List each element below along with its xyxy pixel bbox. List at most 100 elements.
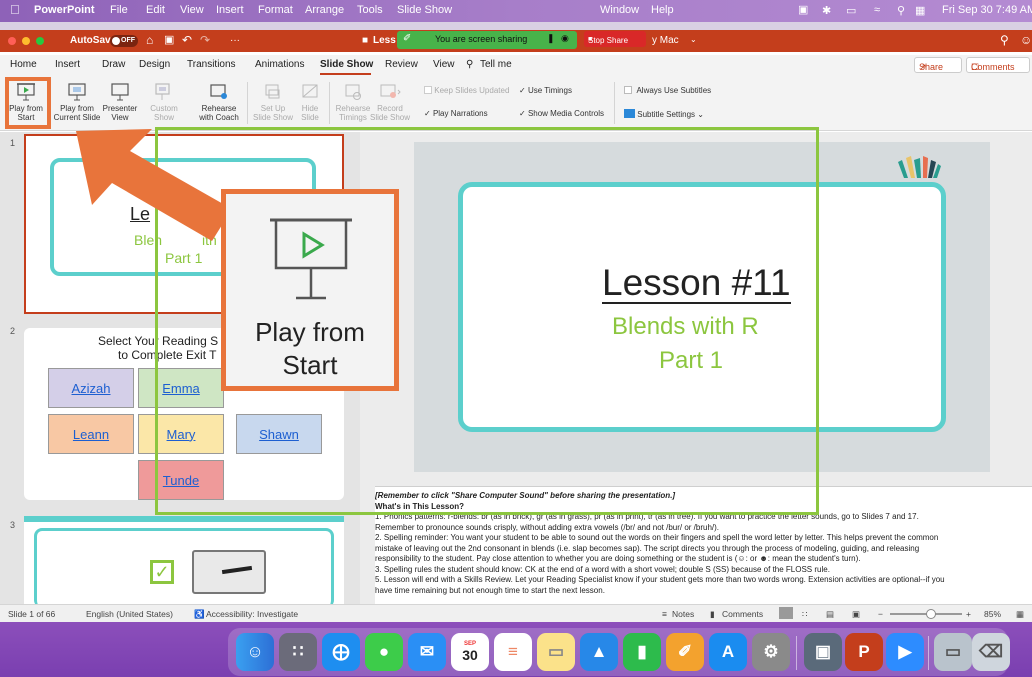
close-window-button[interactable] xyxy=(8,37,16,45)
presenter-view-button[interactable]: Presenter View xyxy=(103,80,137,126)
tab-transitions[interactable]: Transitions xyxy=(187,59,236,70)
location-chevron-icon[interactable]: ⌄ xyxy=(690,35,697,44)
finder-icon[interactable]: ☺ xyxy=(236,633,274,671)
collaborate-icon[interactable]: ☺ xyxy=(1020,33,1032,47)
menu-file[interactable]: File xyxy=(110,4,128,16)
keynote-icon[interactable]: ▲ xyxy=(580,633,618,671)
zoom-window-button[interactable] xyxy=(36,37,44,45)
save-icon[interactable]: ▣ xyxy=(164,33,174,46)
reminders-icon[interactable]: ≡ xyxy=(494,633,532,671)
battery-icon[interactable]: ▭ xyxy=(846,4,856,17)
home-icon[interactable]: ⌂ xyxy=(146,33,153,47)
apple-icon[interactable]:  xyxy=(10,2,20,17)
comments-button[interactable]: ☐ Comments xyxy=(966,57,1030,73)
safari-icon[interactable]: ⨁ xyxy=(322,633,360,671)
menu-edit[interactable]: Edit xyxy=(146,4,165,16)
redo-icon[interactable]: ↷ xyxy=(200,33,210,47)
hide-slide-button[interactable]: Hide Slide xyxy=(296,80,324,126)
zoom-slider[interactable] xyxy=(890,609,962,619)
reading-view-icon[interactable]: ▤ xyxy=(826,609,834,620)
downloads-folder-icon[interactable]: ▭ xyxy=(934,633,972,671)
pause-share-icon[interactable]: ❚ xyxy=(547,33,555,44)
tab-slide-show[interactable]: Slide Show xyxy=(320,59,373,70)
tab-review[interactable]: Review xyxy=(385,59,418,70)
normal-view-icon[interactable] xyxy=(779,607,793,619)
wifi-icon[interactable]: ≈ xyxy=(874,4,880,16)
launchpad-icon[interactable]: ∷ xyxy=(279,633,317,671)
menu-arrange[interactable]: Arrange xyxy=(305,4,344,16)
slide-thumbnail-3[interactable]: ✓ xyxy=(24,516,344,608)
tab-animations[interactable]: Animations xyxy=(255,59,304,70)
slide-show-icon[interactable]: ▣ xyxy=(852,609,860,620)
preview-icon[interactable]: ▣ xyxy=(804,633,842,671)
search-icon[interactable]: ⚲ xyxy=(1000,33,1009,47)
zoom-slider-thumb[interactable] xyxy=(926,609,936,619)
menu-format[interactable]: Format xyxy=(258,4,293,16)
menu-insert[interactable]: Insert xyxy=(216,4,244,16)
zoom-out-icon[interactable]: − xyxy=(878,609,883,619)
app-menu[interactable]: PowerPoint xyxy=(34,4,95,16)
name-box[interactable]: Tunde xyxy=(138,460,224,500)
autosave-toggle[interactable]: OFF xyxy=(110,35,138,47)
zoom-level[interactable]: 85% xyxy=(984,609,1001,619)
custom-show-button[interactable]: Custom Show xyxy=(148,80,180,126)
numbers-icon[interactable]: ▮ xyxy=(623,633,661,671)
rehearse-timings-button[interactable]: Rehearse Timings xyxy=(336,80,370,126)
language-indicator[interactable]: English (United States) xyxy=(86,609,173,619)
name-box[interactable]: Shawn xyxy=(236,414,322,454)
notes-app-icon[interactable]: ▭ xyxy=(537,633,575,671)
stop-share-button[interactable]: ■ Stop Share xyxy=(584,31,646,47)
minimize-window-button[interactable] xyxy=(22,37,30,45)
slide-subtitle-part[interactable]: Part 1 xyxy=(659,347,723,375)
play-narrations-checkbox[interactable]: ✓ Play Narrations xyxy=(424,109,488,118)
subtitle-settings-dropdown[interactable]: Subtitle Settings ⌄ xyxy=(624,109,704,119)
always-use-subtitles-checkbox[interactable]: Always Use Subtitles xyxy=(624,86,711,95)
menu-help[interactable]: Help xyxy=(651,4,674,16)
set-up-slide-show-button[interactable]: Set Up Slide Show xyxy=(253,80,293,126)
record-slide-show-button[interactable]: Record Slide Show xyxy=(370,80,410,126)
menu-slide-show[interactable]: Slide Show xyxy=(397,4,452,16)
calendar-icon[interactable]: SEP 30 xyxy=(451,633,489,671)
play-from-current-slide-button[interactable]: Play from Current Slide xyxy=(54,80,100,126)
system-preferences-icon[interactable]: ⚙ xyxy=(752,633,790,671)
tab-draw[interactable]: Draw xyxy=(102,59,125,70)
more-commands-button[interactable]: ··· xyxy=(230,35,240,46)
share-settings-icon[interactable]: ◉ xyxy=(561,33,569,44)
show-media-controls-checkbox[interactable]: ✓ Show Media Controls xyxy=(519,109,604,118)
clock[interactable]: Fri Sep 30 7:49 AM xyxy=(942,4,1032,16)
name-box[interactable]: Emma xyxy=(138,368,224,408)
notes-toggle[interactable]: Notes xyxy=(672,609,694,619)
fit-to-window-icon[interactable]: ▦ xyxy=(1016,609,1024,620)
spotlight-icon[interactable]: ⚲ xyxy=(897,4,905,17)
slide-title[interactable]: Lesson #11 xyxy=(602,264,791,304)
screen-share-icon[interactable]: ▣ xyxy=(798,3,808,16)
menu-view[interactable]: View xyxy=(180,4,204,16)
trash-icon[interactable]: ⌫ xyxy=(972,633,1010,671)
mail-icon[interactable]: ✉ xyxy=(408,633,446,671)
tab-home[interactable]: Home xyxy=(10,59,37,70)
control-center-icon[interactable]: ▦ xyxy=(915,4,925,17)
app-store-icon[interactable]: A xyxy=(709,633,747,671)
keep-slides-updated-checkbox[interactable]: Keep Slides Updated xyxy=(424,86,509,95)
menu-window[interactable]: Window xyxy=(600,4,639,16)
tab-design[interactable]: Design xyxy=(139,59,170,70)
current-slide[interactable] xyxy=(414,142,990,472)
slide-subtitle[interactable]: Blends with R xyxy=(612,313,759,341)
zoom-in-icon[interactable]: + xyxy=(966,609,971,619)
tab-insert[interactable]: Insert xyxy=(55,59,80,70)
powerpoint-icon[interactable]: P xyxy=(845,633,883,671)
menu-tools[interactable]: Tools xyxy=(357,4,383,16)
zoom-app-icon[interactable]: ▶ xyxy=(886,633,924,671)
tell-me-box[interactable]: Tell me xyxy=(480,59,512,70)
speaker-notes[interactable]: [Remember to click "Share Computer Sound… xyxy=(375,486,1032,604)
name-box[interactable]: Mary xyxy=(138,414,224,454)
undo-icon[interactable]: ↶ xyxy=(182,33,192,47)
name-box[interactable]: Leann xyxy=(48,414,134,454)
messages-icon[interactable]: ● xyxy=(365,633,403,671)
comments-toggle[interactable]: Comments xyxy=(722,609,763,619)
slide-sorter-icon[interactable]: ∷ xyxy=(802,609,807,620)
share-button[interactable]: ↗ Share xyxy=(914,57,962,73)
tab-view[interactable]: View xyxy=(433,59,455,70)
use-timings-checkbox[interactable]: ✓ Use Timings xyxy=(519,86,572,95)
bluetooth-icon[interactable]: ✱ xyxy=(822,4,831,17)
